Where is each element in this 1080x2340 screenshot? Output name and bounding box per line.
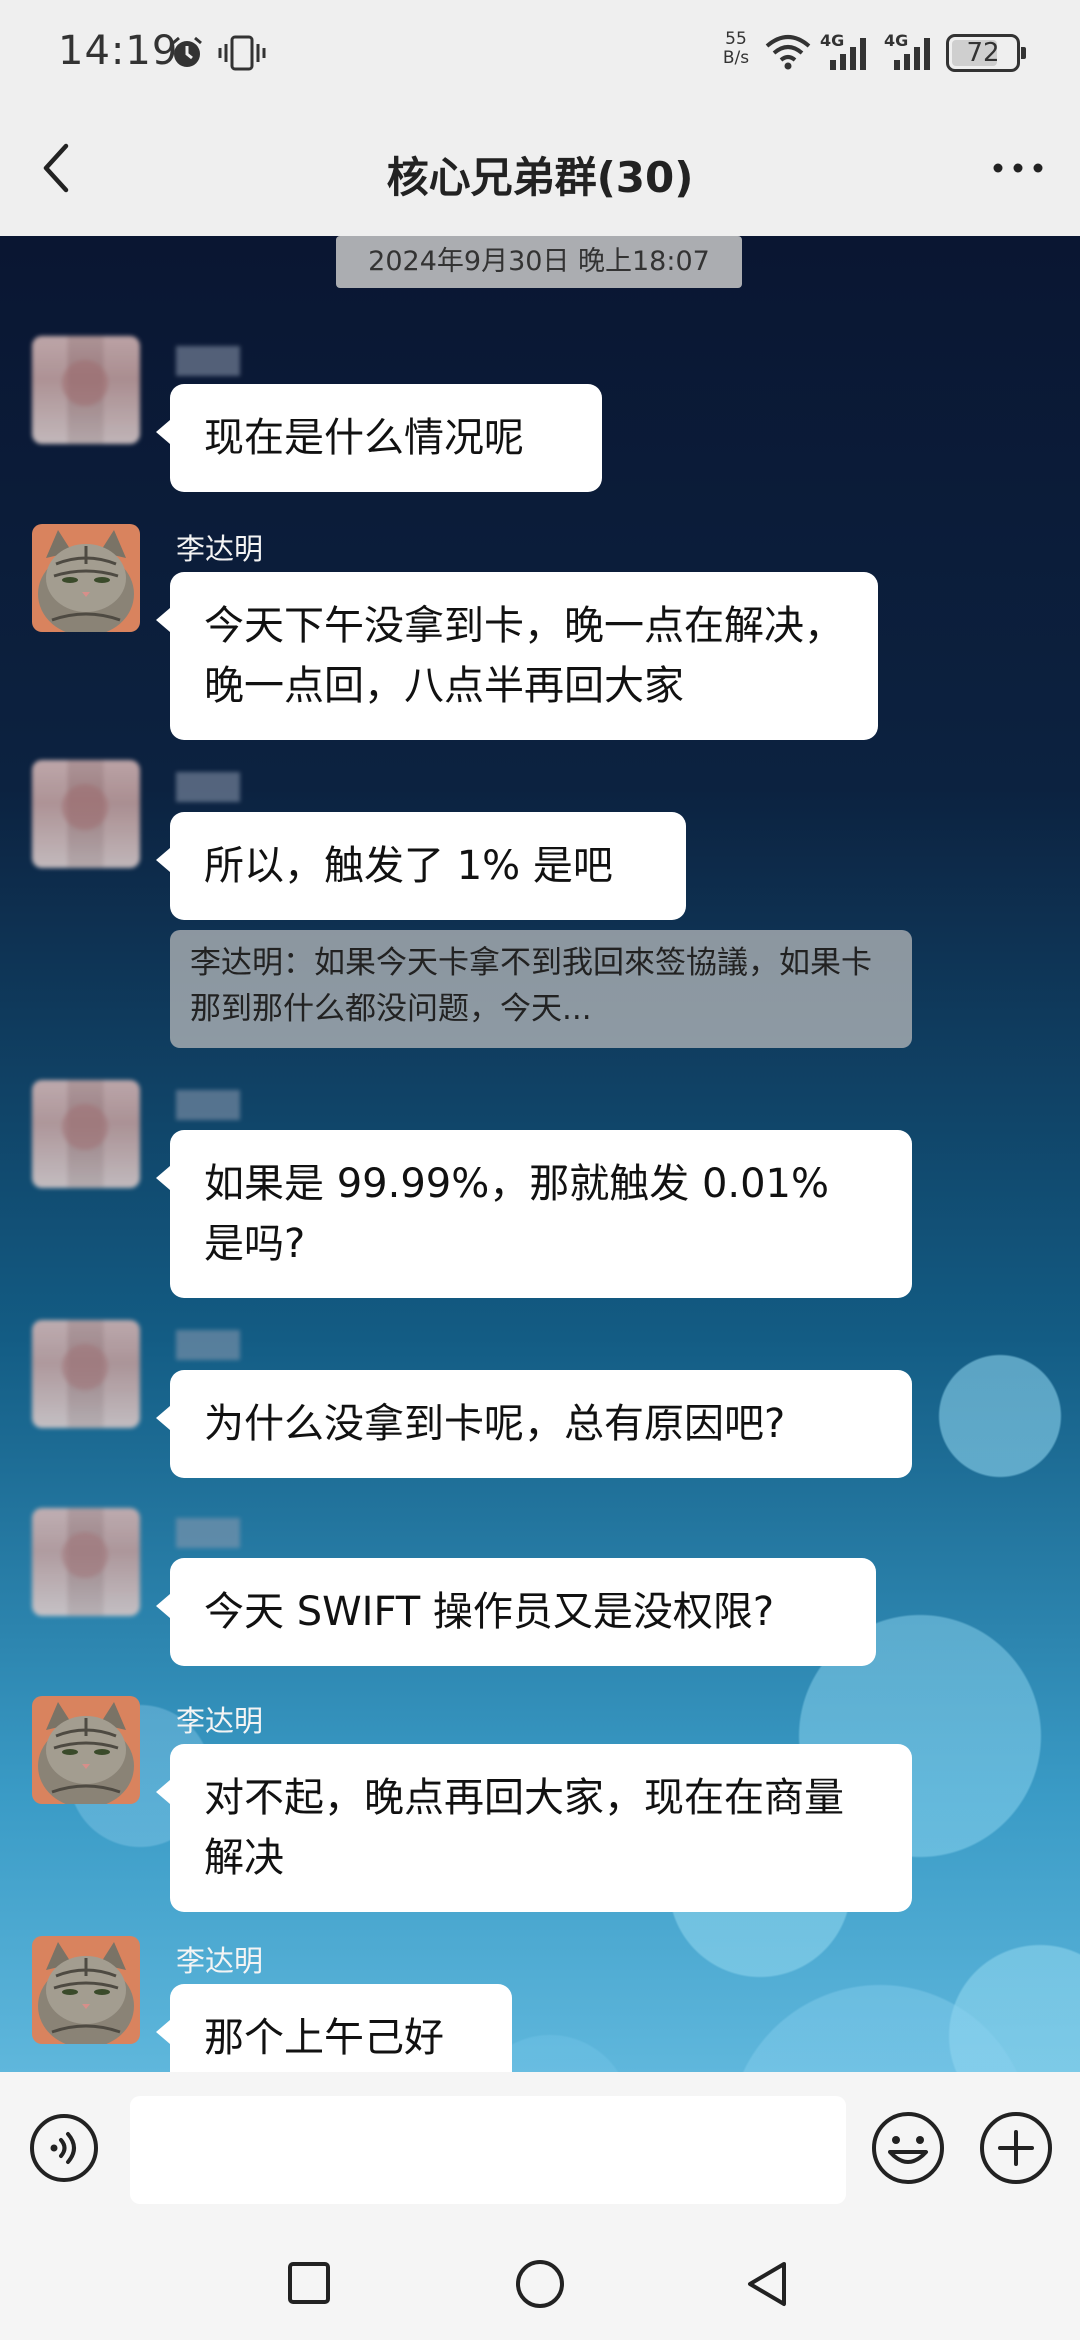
- sender-name: 李达明: [176, 532, 264, 566]
- sender-name: [176, 1090, 240, 1120]
- message-bubble[interactable]: 今天 SWIFT 操作员又是没权限?: [156, 1558, 876, 1666]
- signal-icon: 4G: [884, 31, 930, 70]
- signal1-label: 4G: [820, 31, 844, 50]
- message-bubble[interactable]: 所以，触发了 1% 是吧: [156, 812, 686, 920]
- sender-name: 李达明: [176, 1704, 264, 1738]
- avatar[interactable]: [32, 1508, 140, 1616]
- battery-level: 72: [966, 38, 1000, 68]
- message-bubble[interactable]: 今天下午没拿到卡，晚一点在解决，晚一点回，八点半再回大家: [156, 572, 878, 740]
- network-speed-value: 55: [725, 29, 747, 49]
- status-time: 14:19: [58, 28, 179, 74]
- sender-name: [176, 772, 240, 802]
- home-icon[interactable]: [514, 2258, 566, 2310]
- emoji-icon[interactable]: [870, 2110, 946, 2186]
- input-bar: [0, 2072, 1080, 2222]
- plus-icon[interactable]: [978, 2110, 1054, 2186]
- avatar[interactable]: [32, 1320, 140, 1428]
- quoted-message[interactable]: 李达明：如果今天卡拿不到我回來签協議，如果卡那到那什么都没问题，今天...: [170, 930, 912, 1048]
- message-bubble[interactable]: 现在是什么情况呢: [156, 384, 602, 492]
- message-bubble[interactable]: 如果是 99.99%，那就触发 0.01% 是吗?: [156, 1130, 912, 1298]
- sender-name: [176, 1518, 240, 1548]
- avatar[interactable]: [32, 1936, 140, 2044]
- network-speed: 55 B/s: [716, 30, 756, 68]
- system-nav-bar: [0, 2222, 1080, 2340]
- message-bubble[interactable]: 为什么没拿到卡呢，总有原因吧?: [156, 1370, 912, 1478]
- avatar[interactable]: [32, 336, 140, 444]
- avatar[interactable]: [32, 524, 140, 632]
- timestamp: 2024年9月30日 晚上18:07: [336, 236, 742, 288]
- status-bar: 14:19 55 B/s 4G 4G 72: [0, 0, 1080, 108]
- message-bubble[interactable]: 对不起，晚点再回大家，现在在商量解决: [156, 1744, 912, 1912]
- avatar[interactable]: [32, 760, 140, 868]
- recent-apps-icon[interactable]: [286, 2260, 332, 2306]
- vibrate-icon: [218, 35, 266, 71]
- sender-name: [176, 346, 240, 376]
- battery-icon: 72: [946, 34, 1026, 72]
- more-dots-icon[interactable]: [990, 158, 1046, 178]
- alarm-icon: [172, 36, 202, 67]
- network-speed-unit: B/s: [722, 48, 750, 68]
- message-bubble[interactable]: 那个上午己好: [156, 1984, 512, 2072]
- avatar[interactable]: [32, 1696, 140, 1804]
- signal-icon: 4G: [820, 31, 866, 70]
- back-triangle-icon[interactable]: [744, 2258, 790, 2310]
- chat-area[interactable]: 2024年9月30日 晚上18:07 现在是什么情况呢 李达明 今天下午没拿到卡…: [0, 236, 1080, 2072]
- signal2-label: 4G: [884, 31, 908, 50]
- message-input[interactable]: [130, 2096, 846, 2204]
- avatar[interactable]: [32, 1080, 140, 1188]
- chat-header: 核心兄弟群(30): [0, 108, 1080, 236]
- sender-name: 李达明: [176, 1944, 264, 1978]
- page-title: 核心兄弟群(30): [386, 153, 694, 202]
- sender-name: [176, 1330, 240, 1360]
- wifi-icon: [765, 35, 811, 70]
- voice-icon[interactable]: [28, 2112, 100, 2184]
